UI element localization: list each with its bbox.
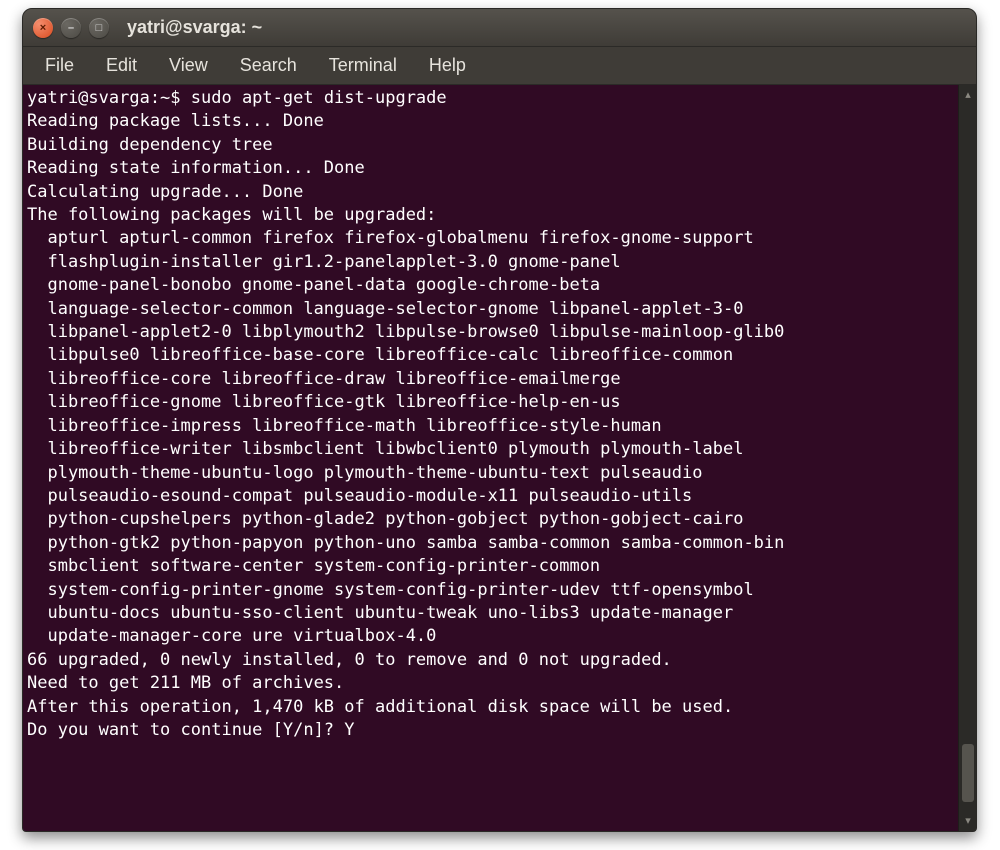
prompt-line: yatri@svarga:~$ sudo apt-get dist-upgrad…	[27, 87, 954, 110]
close-icon[interactable]: ×	[33, 18, 53, 38]
package-line: python-gtk2 python-papyon python-uno sam…	[27, 532, 954, 555]
titlebar[interactable]: × – □ yatri@svarga: ~	[23, 9, 976, 47]
terminal-window: × – □ yatri@svarga: ~ File Edit View Sea…	[22, 8, 977, 832]
window-title: yatri@svarga: ~	[127, 17, 262, 38]
package-line: language-selector-common language-select…	[27, 298, 954, 321]
package-line: libreoffice-core libreoffice-draw libreo…	[27, 368, 954, 391]
output-line: Reading state information... Done	[27, 157, 954, 180]
output-line: Reading package lists... Done	[27, 110, 954, 133]
scroll-up-icon[interactable]: ▴	[961, 88, 975, 102]
output-line: The following packages will be upgraded:	[27, 204, 954, 227]
package-line: ubuntu-docs ubuntu-sso-client ubuntu-twe…	[27, 602, 954, 625]
package-line: libreoffice-gnome libreoffice-gtk libreo…	[27, 391, 954, 414]
output-line: Calculating upgrade... Done	[27, 181, 954, 204]
maximize-icon[interactable]: □	[89, 18, 109, 38]
output-line: Building dependency tree	[27, 134, 954, 157]
package-line: libreoffice-impress libreoffice-math lib…	[27, 415, 954, 438]
scroll-down-icon[interactable]: ▾	[961, 814, 975, 828]
terminal-area: yatri@svarga:~$ sudo apt-get dist-upgrad…	[23, 85, 976, 831]
menu-terminal[interactable]: Terminal	[315, 51, 411, 80]
package-line: pulseaudio-esound-compat pulseaudio-modu…	[27, 485, 954, 508]
package-line: update-manager-core ure virtualbox-4.0	[27, 625, 954, 648]
output-line: After this operation, 1,470 kB of additi…	[27, 696, 954, 719]
output-line: Need to get 211 MB of archives.	[27, 672, 954, 695]
menu-help[interactable]: Help	[415, 51, 480, 80]
scrollbar[interactable]: ▴ ▾	[958, 85, 976, 831]
package-line: plymouth-theme-ubuntu-logo plymouth-them…	[27, 462, 954, 485]
terminal-output[interactable]: yatri@svarga:~$ sudo apt-get dist-upgrad…	[23, 85, 958, 831]
prompt-text: yatri@svarga:~$	[27, 88, 191, 108]
package-line: system-config-printer-gnome system-confi…	[27, 579, 954, 602]
command-text: sudo apt-get dist-upgrade	[191, 88, 447, 108]
menubar: File Edit View Search Terminal Help	[23, 47, 976, 85]
output-line: 66 upgraded, 0 newly installed, 0 to rem…	[27, 649, 954, 672]
package-line: apturl apturl-common firefox firefox-glo…	[27, 227, 954, 250]
package-line: python-cupshelpers python-glade2 python-…	[27, 508, 954, 531]
menu-search[interactable]: Search	[226, 51, 311, 80]
menu-view[interactable]: View	[155, 51, 222, 80]
package-line: libreoffice-writer libsmbclient libwbcli…	[27, 438, 954, 461]
scroll-thumb[interactable]	[962, 744, 974, 802]
package-line: flashplugin-installer gir1.2-panelapplet…	[27, 251, 954, 274]
package-line: gnome-panel-bonobo gnome-panel-data goog…	[27, 274, 954, 297]
package-line: libpulse0 libreoffice-base-core libreoff…	[27, 344, 954, 367]
package-line: libpanel-applet2-0 libplymouth2 libpulse…	[27, 321, 954, 344]
minimize-icon[interactable]: –	[61, 18, 81, 38]
menu-file[interactable]: File	[31, 51, 88, 80]
package-line: smbclient software-center system-config-…	[27, 555, 954, 578]
output-line: Do you want to continue [Y/n]? Y	[27, 719, 954, 742]
menu-edit[interactable]: Edit	[92, 51, 151, 80]
